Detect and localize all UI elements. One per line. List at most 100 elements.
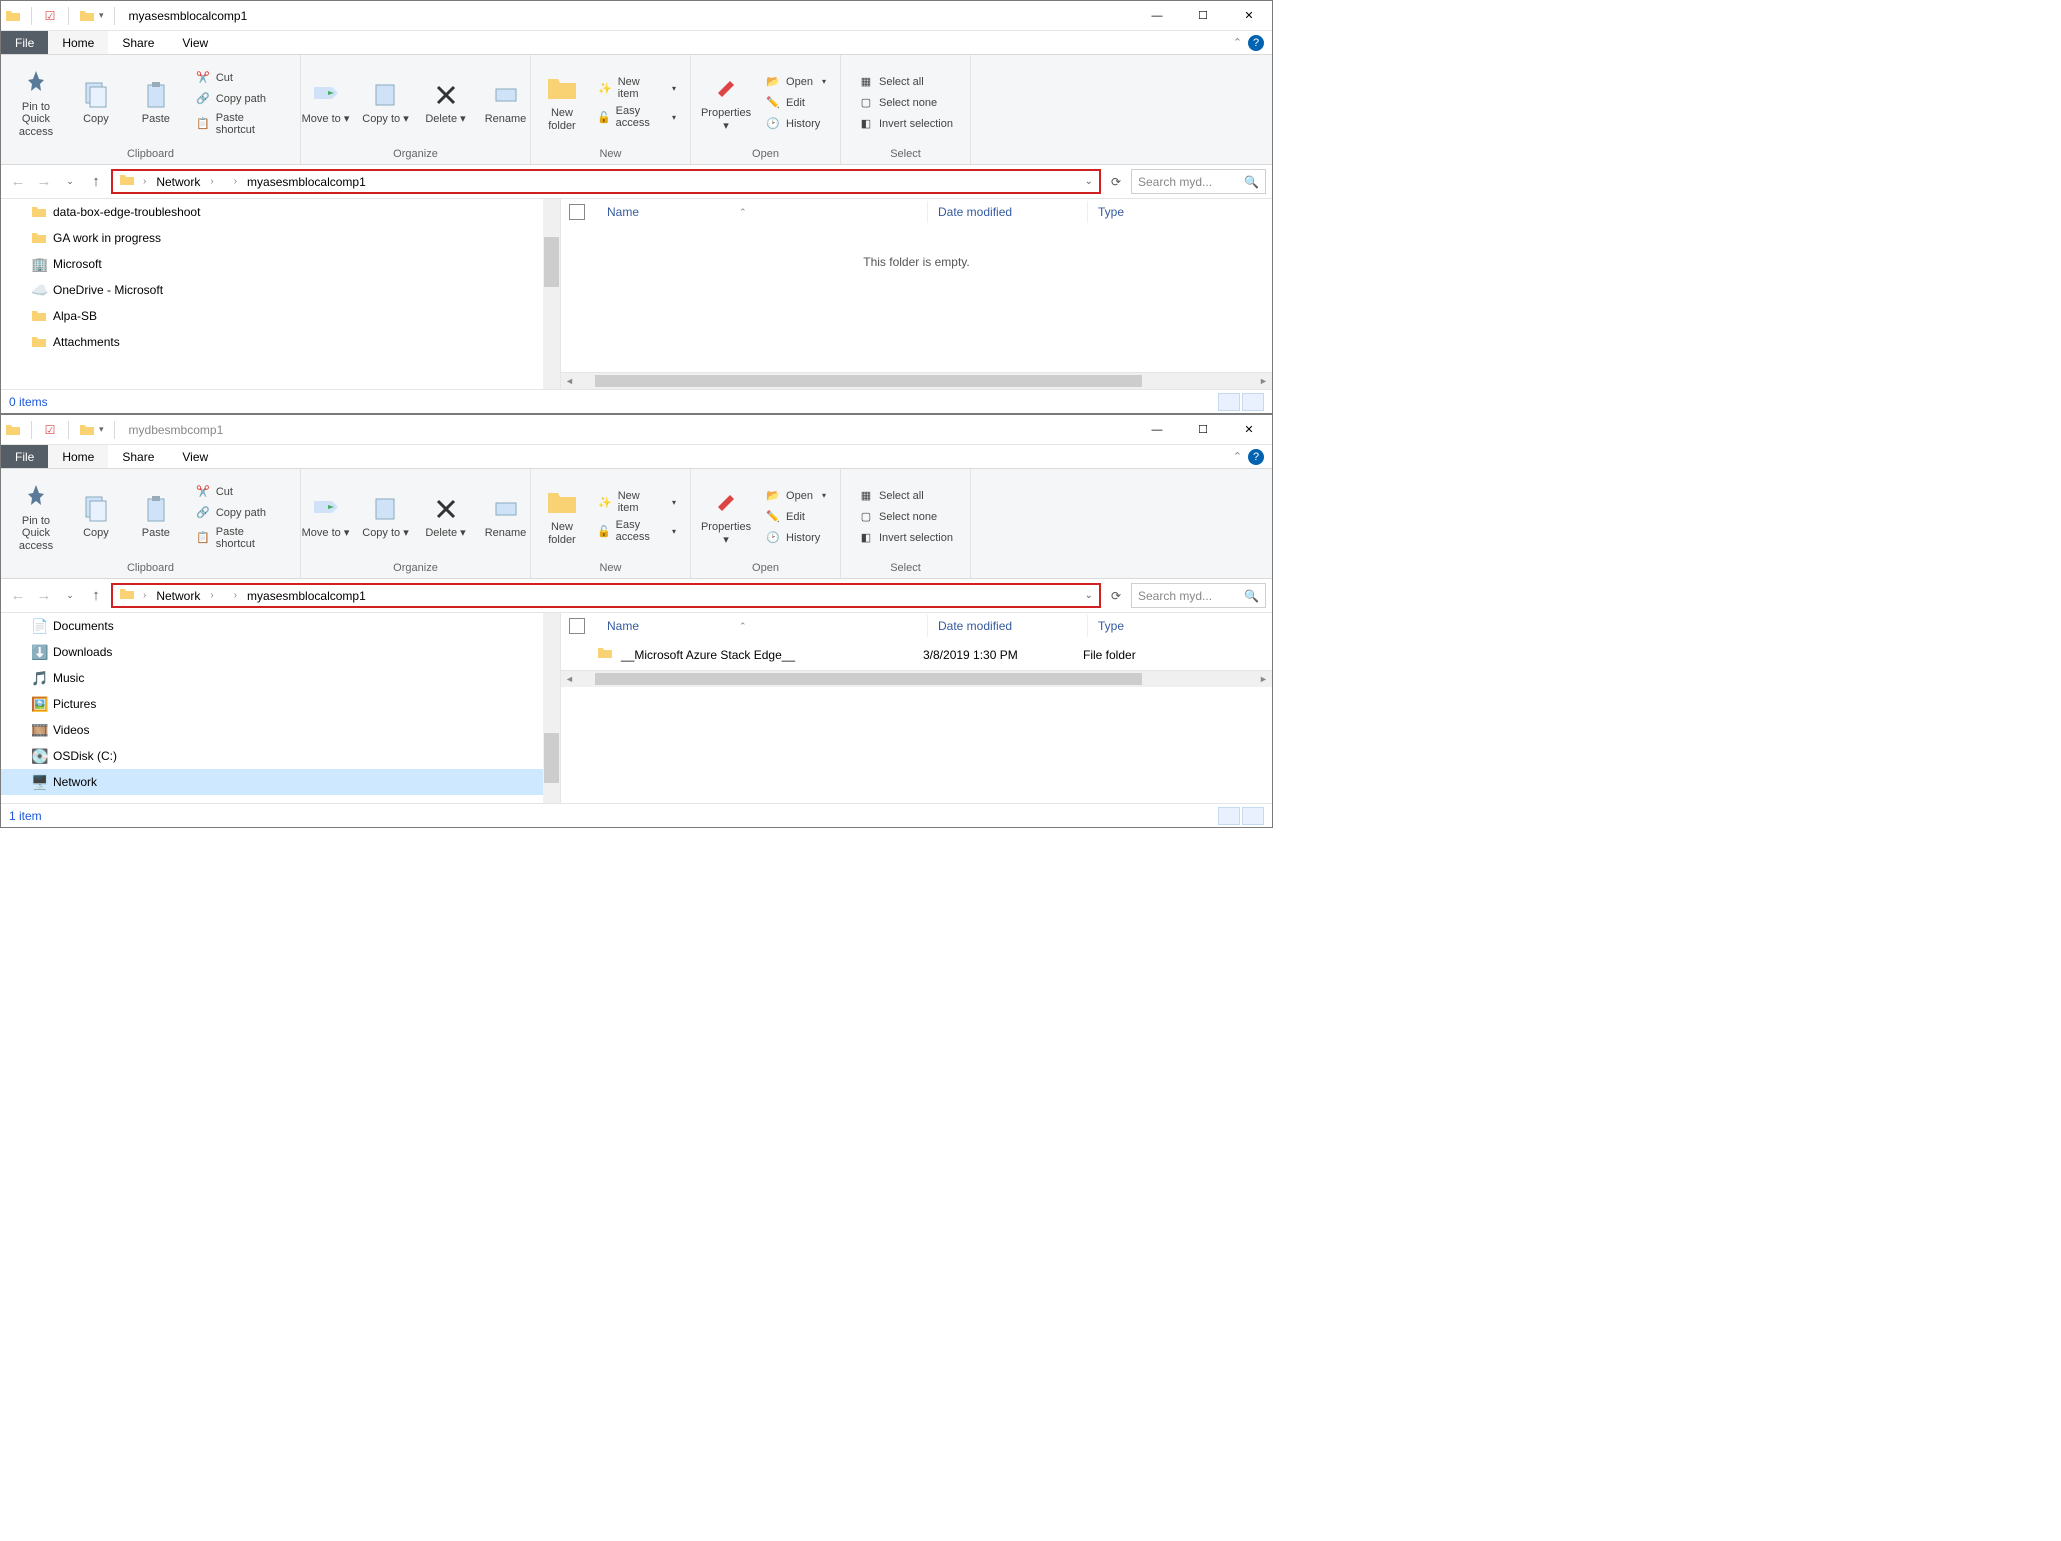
- ribbon-new item[interactable]: ✨New item▾: [589, 74, 684, 102]
- ribbon-history[interactable]: 🕑History: [757, 114, 834, 134]
- nav-item[interactable]: 🖼️Pictures: [1, 691, 560, 717]
- ribbon-pin to quick access[interactable]: Pin to Quick access: [7, 65, 65, 139]
- nav-back-icon[interactable]: ←: [7, 171, 29, 193]
- column-name[interactable]: Name⌃: [597, 615, 927, 637]
- ribbon-select all[interactable]: ▦Select all: [850, 72, 961, 92]
- address-dropdown-icon[interactable]: ⌄: [1085, 176, 1093, 187]
- ribbon-rename[interactable]: Rename: [477, 491, 535, 541]
- nav-item[interactable]: GA work in progress: [1, 225, 560, 251]
- breadcrumb[interactable]: › Network››myasesmblocalcomp1 ⌄: [111, 583, 1101, 608]
- navigation-pane[interactable]: data-box-edge-troubleshootGA work in pro…: [1, 199, 561, 389]
- nav-back-icon[interactable]: ←: [7, 585, 29, 607]
- qat-properties-icon[interactable]: ☑: [42, 422, 58, 438]
- view-details-icon[interactable]: [1218, 393, 1240, 411]
- tab-view[interactable]: View: [168, 31, 222, 54]
- content-horizontal-scrollbar[interactable]: ◄ ►: [561, 670, 1272, 687]
- ribbon-invert selection[interactable]: ◧Invert selection: [850, 114, 961, 134]
- ribbon-new item[interactable]: ✨New item▾: [589, 488, 684, 516]
- nav-item[interactable]: 💽OSDisk (C:): [1, 743, 560, 769]
- qat-dropdown-icon[interactable]: ▾: [99, 10, 104, 21]
- tab-file[interactable]: File: [1, 445, 48, 468]
- tab-share[interactable]: Share: [108, 445, 168, 468]
- breadcrumb-part[interactable]: myasesmblocalcomp1: [245, 589, 368, 603]
- ribbon-cut[interactable]: ✂️Cut: [187, 68, 294, 88]
- ribbon-copy to[interactable]: Copy to ▾: [357, 491, 415, 541]
- ribbon-open[interactable]: 📂Open▾: [757, 72, 834, 92]
- tab-share[interactable]: Share: [108, 31, 168, 54]
- ribbon-rename[interactable]: Rename: [477, 77, 535, 127]
- ribbon-paste shortcut[interactable]: 📋Paste shortcut: [187, 110, 294, 138]
- view-large-icon[interactable]: [1242, 807, 1264, 825]
- qat-newfolder-icon[interactable]: [79, 422, 95, 438]
- ribbon-copy to[interactable]: Copy to ▾: [357, 77, 415, 127]
- ribbon-easy access[interactable]: 🔓Easy access▾: [589, 103, 684, 131]
- nav-recent-dropdown[interactable]: ⌄: [59, 585, 81, 607]
- nav-item[interactable]: 🎞️Videos: [1, 717, 560, 743]
- select-all-checkbox[interactable]: [569, 204, 585, 220]
- column-type[interactable]: Type: [1087, 615, 1207, 637]
- breadcrumb-part[interactable]: Network: [154, 589, 202, 603]
- minimize-button[interactable]: —: [1134, 415, 1180, 445]
- nav-item[interactable]: Attachments: [1, 329, 560, 355]
- ribbon-paste[interactable]: Paste: [127, 77, 185, 127]
- ribbon-invert selection[interactable]: ◧Invert selection: [850, 528, 961, 548]
- nav-forward-icon[interactable]: →: [33, 585, 55, 607]
- refresh-button[interactable]: ⟳: [1105, 171, 1127, 193]
- collapse-ribbon-icon[interactable]: ⌃: [1233, 36, 1242, 49]
- column-date[interactable]: Date modified: [927, 201, 1087, 223]
- search-input[interactable]: Search myd... 🔍: [1131, 583, 1266, 608]
- column-type[interactable]: Type: [1087, 201, 1207, 223]
- ribbon-select none[interactable]: ▢Select none: [850, 93, 961, 113]
- refresh-button[interactable]: ⟳: [1105, 585, 1127, 607]
- column-date[interactable]: Date modified: [927, 615, 1087, 637]
- ribbon-paste[interactable]: Paste: [127, 491, 185, 541]
- view-large-icon[interactable]: [1242, 393, 1264, 411]
- nav-item[interactable]: ☁️OneDrive - Microsoft: [1, 277, 560, 303]
- ribbon-properties[interactable]: Properties ▾: [697, 485, 755, 547]
- close-button[interactable]: ✕: [1226, 415, 1272, 445]
- nav-item[interactable]: 🎵Music: [1, 665, 560, 691]
- ribbon-history[interactable]: 🕑History: [757, 528, 834, 548]
- ribbon-cut[interactable]: ✂️Cut: [187, 482, 294, 502]
- ribbon-move to[interactable]: Move to ▾: [297, 491, 355, 541]
- ribbon-edit[interactable]: ✏️Edit: [757, 507, 834, 527]
- nav-item[interactable]: 📄Documents: [1, 613, 560, 639]
- tab-file[interactable]: File: [1, 31, 48, 54]
- view-details-icon[interactable]: [1218, 807, 1240, 825]
- ribbon-delete[interactable]: Delete ▾: [417, 491, 475, 541]
- nav-scrollbar[interactable]: [543, 199, 560, 389]
- nav-item[interactable]: 🖥️Network: [1, 769, 560, 795]
- tab-home[interactable]: Home: [48, 445, 108, 468]
- nav-up-icon[interactable]: ↑: [85, 585, 107, 607]
- nav-recent-dropdown[interactable]: ⌄: [59, 171, 81, 193]
- qat-properties-icon[interactable]: ☑: [42, 8, 58, 24]
- collapse-ribbon-icon[interactable]: ⌃: [1233, 450, 1242, 463]
- ribbon-delete[interactable]: Delete ▾: [417, 77, 475, 127]
- ribbon-edit[interactable]: ✏️Edit: [757, 93, 834, 113]
- ribbon-open[interactable]: 📂Open▾: [757, 486, 834, 506]
- ribbon-copy[interactable]: Copy: [67, 77, 125, 127]
- nav-scrollbar[interactable]: [543, 613, 560, 803]
- ribbon-properties[interactable]: Properties ▾: [697, 71, 755, 133]
- tab-view[interactable]: View: [168, 445, 222, 468]
- address-dropdown-icon[interactable]: ⌄: [1085, 590, 1093, 601]
- search-input[interactable]: Search myd... 🔍: [1131, 169, 1266, 194]
- ribbon-new folder[interactable]: New folder: [537, 71, 587, 133]
- file-row[interactable]: __Microsoft Azure Stack Edge__ 3/8/2019 …: [561, 639, 1272, 670]
- ribbon-move to[interactable]: Move to ▾: [297, 77, 355, 127]
- select-all-checkbox[interactable]: [569, 618, 585, 634]
- column-name[interactable]: Name⌃: [597, 201, 927, 223]
- titlebar[interactable]: ☑ ▾ myasesmblocalcomp1 — ☐ ✕: [1, 1, 1272, 31]
- ribbon-pin to quick access[interactable]: Pin to Quick access: [7, 479, 65, 553]
- minimize-button[interactable]: —: [1134, 1, 1180, 31]
- ribbon-paste shortcut[interactable]: 📋Paste shortcut: [187, 524, 294, 552]
- ribbon-copy[interactable]: Copy: [67, 491, 125, 541]
- maximize-button[interactable]: ☐: [1180, 1, 1226, 31]
- close-button[interactable]: ✕: [1226, 1, 1272, 31]
- ribbon-select all[interactable]: ▦Select all: [850, 486, 961, 506]
- qat-newfolder-icon[interactable]: [79, 8, 95, 24]
- ribbon-copy path[interactable]: 🔗Copy path: [187, 503, 294, 523]
- breadcrumb[interactable]: › Network››myasesmblocalcomp1 ⌄: [111, 169, 1101, 194]
- nav-item[interactable]: 🏢Microsoft: [1, 251, 560, 277]
- breadcrumb-part[interactable]: myasesmblocalcomp1: [245, 175, 368, 189]
